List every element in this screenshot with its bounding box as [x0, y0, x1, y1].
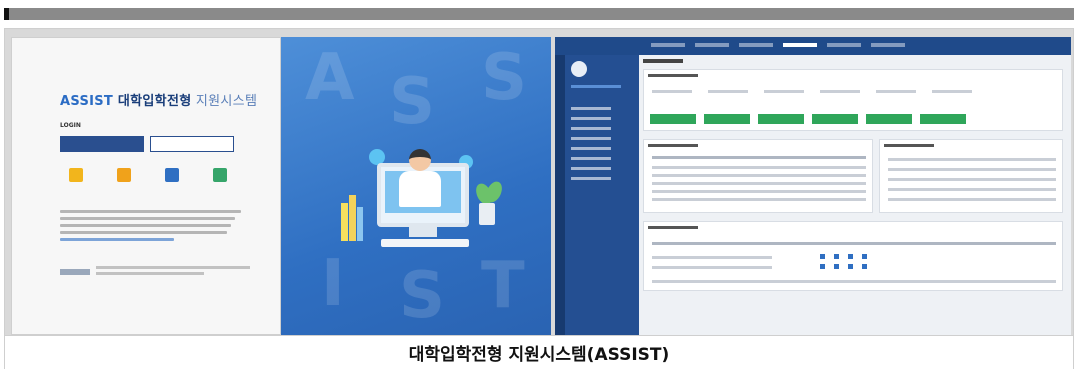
check-icon: [862, 264, 867, 269]
action-button[interactable]: [812, 114, 858, 124]
hero-letter: T: [481, 249, 525, 323]
quick-link[interactable]: [202, 168, 238, 185]
hero-letter: S: [481, 41, 528, 115]
folder-icon: [117, 168, 131, 182]
notice-card: [879, 139, 1063, 213]
avatar[interactable]: [571, 61, 587, 77]
nav-tab[interactable]: [871, 43, 905, 47]
screenshot-frame: ASSIST 대학입학전형 지원시스템 LOGIN A S S I S T 대학…: [4, 28, 1074, 369]
dashboard-preview: [555, 37, 1071, 335]
hero-letter: I: [321, 247, 345, 321]
gray-bar: [4, 8, 1074, 20]
list-card: [643, 139, 873, 213]
quick-link[interactable]: [58, 168, 94, 185]
check-icon: [820, 264, 825, 269]
person-icon: [399, 171, 441, 207]
org-logo-icon: [60, 269, 90, 275]
schedule-card: [643, 221, 1063, 291]
status-card: [643, 69, 1063, 131]
screenshot-collage: ASSIST 대학입학전형 지원시스템 LOGIN A S S I S T: [11, 37, 1071, 335]
sidebar-item[interactable]: [571, 177, 611, 180]
plant-pot-icon: [479, 203, 495, 225]
login-button-primary[interactable]: [60, 136, 144, 152]
brand-text: ASSIST: [60, 94, 114, 109]
quick-link[interactable]: [106, 168, 142, 185]
action-button[interactable]: [866, 114, 912, 124]
top-divider-bar: [0, 0, 1078, 26]
person-head-icon: [409, 149, 431, 171]
dashboard-nav: [651, 43, 905, 47]
nav-tab-active[interactable]: [783, 43, 817, 47]
login-title: ASSIST 대학입학전형 지원시스템: [60, 90, 257, 109]
action-button[interactable]: [650, 114, 696, 124]
check-icon: [820, 254, 825, 259]
sidebar-menu: [565, 55, 639, 335]
nav-tab[interactable]: [827, 43, 861, 47]
chat-icon: [213, 168, 227, 182]
keyboard-icon: [381, 239, 469, 247]
login-label: LOGIN: [60, 122, 81, 129]
monitor-icon: [165, 168, 179, 182]
books-icon: [341, 195, 363, 241]
title-sub-text: 지원시스템: [191, 94, 258, 109]
check-icon: [862, 254, 867, 259]
dashboard-main: [643, 59, 1067, 335]
bar-marker: [4, 8, 9, 20]
notice-text-block: [60, 210, 250, 245]
sidebar-item[interactable]: [571, 157, 611, 160]
login-page-preview: ASSIST 대학입학전형 지원시스템 LOGIN: [11, 37, 281, 335]
hero-letter: S: [389, 65, 436, 139]
hero-letter: A: [305, 41, 355, 115]
title-main-text: 대학입학전형: [113, 94, 192, 109]
sidebar-item[interactable]: [571, 107, 611, 110]
quick-icons: [58, 168, 238, 185]
sidebar-item[interactable]: [571, 127, 611, 130]
nav-tab[interactable]: [739, 43, 773, 47]
sidebar-item[interactable]: [571, 147, 611, 150]
nav-tab[interactable]: [651, 43, 685, 47]
check-icon: [834, 264, 839, 269]
quick-link[interactable]: [154, 168, 190, 185]
check-icon: [848, 254, 853, 259]
check-icon: [848, 264, 853, 269]
sidebar-item[interactable]: [571, 137, 611, 140]
sidebar-item-active[interactable]: [571, 85, 621, 88]
dashboard-header: [555, 37, 1071, 55]
page-title: [643, 59, 683, 63]
hero-letter: S: [399, 259, 446, 333]
check-icon: [834, 254, 839, 259]
action-button[interactable]: [704, 114, 750, 124]
sidebar-item[interactable]: [571, 117, 611, 120]
login-button-secondary[interactable]: [150, 136, 234, 152]
sidebar-item[interactable]: [571, 167, 611, 170]
hero-illustration: A S S I S T: [281, 37, 551, 335]
icon-rail: [555, 55, 565, 335]
nav-tab[interactable]: [695, 43, 729, 47]
document-icon: [69, 168, 83, 182]
action-button[interactable]: [758, 114, 804, 124]
monitor-stand: [409, 227, 437, 237]
action-button[interactable]: [920, 114, 966, 124]
figure-caption: 대학입학전형 지원시스템(ASSIST): [5, 335, 1073, 369]
footer-info: [60, 266, 250, 278]
